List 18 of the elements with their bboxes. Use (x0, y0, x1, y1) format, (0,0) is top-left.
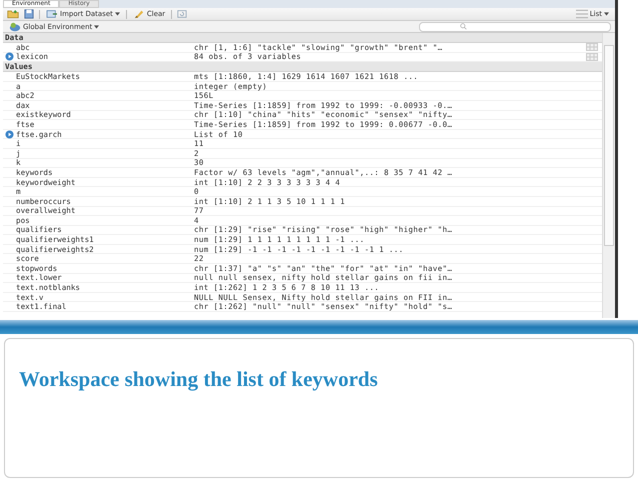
expand-icon[interactable] (5, 52, 14, 62)
slide-title: Workspace showing the list of keywords (19, 367, 379, 392)
table-view-icon[interactable] (586, 43, 598, 52)
caret-icon (604, 12, 609, 16)
dataset-icon (46, 9, 58, 19)
save-icon[interactable] (23, 9, 35, 19)
search-field[interactable] (419, 22, 611, 32)
list-icon (576, 9, 588, 19)
caret-icon (114, 12, 120, 16)
table-view-icon[interactable] (586, 52, 598, 61)
search-icon (460, 23, 467, 30)
environment-icon (9, 22, 21, 32)
folder-icon[interactable] (7, 9, 19, 19)
scrollbar-thumb[interactable] (604, 45, 614, 246)
scrollbar[interactable] (602, 33, 615, 318)
expand-icon[interactable] (5, 130, 14, 139)
caret-icon (94, 24, 100, 28)
refresh-icon[interactable] (176, 9, 188, 19)
